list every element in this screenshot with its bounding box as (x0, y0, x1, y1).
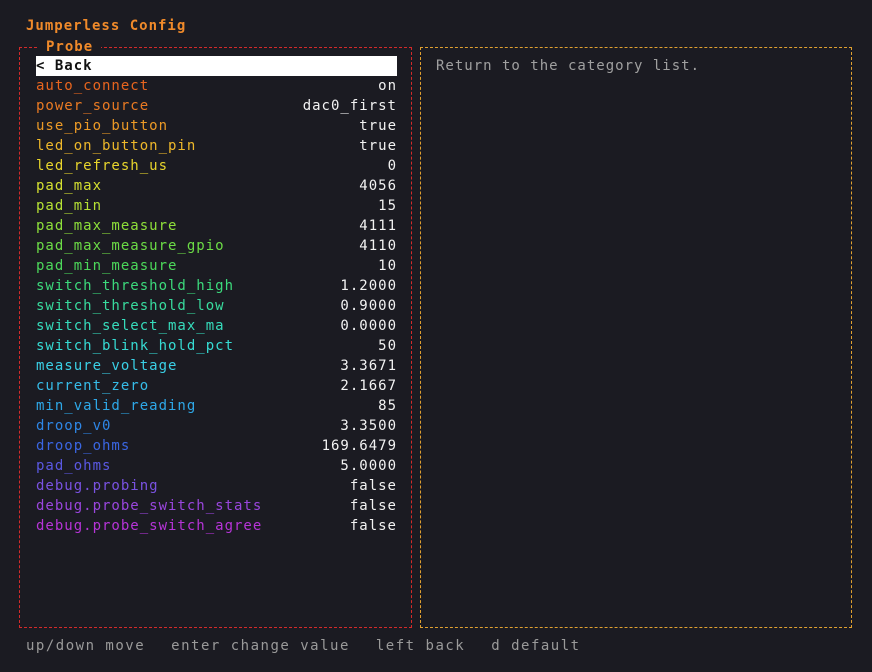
setting-value: 0 (387, 158, 397, 174)
setting-name: pad_min (36, 198, 103, 214)
setting-name: debug.probe_switch_agree (36, 518, 263, 534)
setting-value: 10 (378, 258, 397, 274)
setting-value: false (349, 518, 397, 534)
settings-list-panel: Probe < Back auto_connect on power_source d… (19, 37, 412, 628)
app-title: Jumperless Config (26, 18, 187, 34)
setting-row[interactable]: debug.probing false (36, 476, 397, 496)
setting-row[interactable]: pad_ohms 5.0000 (36, 456, 397, 476)
description-text: Return to the category list. (436, 58, 701, 74)
setting-value: 0.9000 (340, 298, 397, 314)
setting-row[interactable]: pad_min 15 (36, 196, 397, 216)
setting-name: use_pio_button (36, 118, 169, 134)
setting-value: false (349, 478, 397, 494)
setting-name: switch_threshold_low (36, 298, 225, 314)
setting-name: power_source (36, 98, 150, 114)
setting-row[interactable]: switch_threshold_low 0.9000 (36, 296, 397, 316)
setting-value: 15 (378, 198, 397, 214)
setting-name: droop_ohms (36, 438, 131, 454)
setting-row[interactable]: pad_min_measure 10 (36, 256, 397, 276)
setting-value: true (359, 138, 397, 154)
setting-row[interactable]: debug.probe_switch_stats false (36, 496, 397, 516)
setting-row[interactable]: droop_ohms 169.6479 (36, 436, 397, 456)
setting-value: dac0_first (302, 98, 397, 114)
setting-row[interactable]: switch_blink_hold_pct 50 (36, 336, 397, 356)
setting-value: 2.1667 (340, 378, 397, 394)
setting-name: auto_connect (36, 78, 150, 94)
settings-list: < Back auto_connect on power_source dac0_fi… (36, 56, 397, 536)
setting-row[interactable]: debug.probe_switch_agree false (36, 516, 397, 536)
back-item[interactable]: < Back (36, 56, 397, 76)
setting-name: pad_min_measure (36, 258, 178, 274)
setting-value: 3.3671 (340, 358, 397, 374)
setting-value: 169.6479 (321, 438, 397, 454)
setting-name: current_zero (36, 378, 150, 394)
setting-row[interactable]: led_refresh_us 0 (36, 156, 397, 176)
setting-name: led_refresh_us (36, 158, 169, 174)
setting-name: debug.probe_switch_stats (36, 498, 263, 514)
setting-name: switch_threshold_high (36, 278, 235, 294)
setting-value: 5.0000 (340, 458, 397, 474)
back-label: < Back (36, 58, 93, 74)
setting-value: 4111 (359, 218, 397, 234)
panel-label: Probe (38, 37, 102, 57)
setting-value: 4110 (359, 238, 397, 254)
description-panel: Return to the category list. (420, 47, 852, 628)
setting-row[interactable]: min_valid_reading 85 (36, 396, 397, 416)
setting-name: droop_v0 (36, 418, 112, 434)
setting-value: false (349, 498, 397, 514)
setting-name: pad_max_measure_gpio (36, 238, 225, 254)
hint-move: up/down move (26, 638, 146, 654)
setting-value: 0.0000 (340, 318, 397, 334)
setting-row[interactable]: switch_select_max_ma 0.0000 (36, 316, 397, 336)
setting-value: true (359, 118, 397, 134)
setting-row[interactable]: pad_max_measure 4111 (36, 216, 397, 236)
setting-name: pad_max (36, 178, 103, 194)
setting-value: 50 (378, 338, 397, 354)
setting-name: switch_select_max_ma (36, 318, 225, 334)
setting-value: 4056 (359, 178, 397, 194)
config-screen: Jumperless Config Probe < Back auto_conn… (0, 0, 872, 672)
setting-row[interactable]: droop_v0 3.3500 (36, 416, 397, 436)
hint-default: d default (491, 638, 581, 654)
setting-name: debug.probing (36, 478, 159, 494)
setting-name: pad_max_measure (36, 218, 178, 234)
setting-name: pad_ohms (36, 458, 112, 474)
setting-name: measure_voltage (36, 358, 178, 374)
setting-row[interactable]: pad_max_measure_gpio 4110 (36, 236, 397, 256)
setting-row[interactable]: power_source dac0_first (36, 96, 397, 116)
setting-value: 85 (378, 398, 397, 414)
setting-row[interactable]: current_zero 2.1667 (36, 376, 397, 396)
setting-row[interactable]: led_on_button_pin true (36, 136, 397, 156)
setting-row[interactable]: pad_max 4056 (36, 176, 397, 196)
setting-name: min_valid_reading (36, 398, 197, 414)
setting-row[interactable]: switch_threshold_high 1.2000 (36, 276, 397, 296)
setting-name: switch_blink_hold_pct (36, 338, 235, 354)
setting-row[interactable]: measure_voltage 3.3671 (36, 356, 397, 376)
setting-value: on (378, 78, 397, 94)
hint-change: enter change value (171, 638, 350, 654)
setting-row[interactable]: auto_connect on (36, 76, 397, 96)
hint-back: left back (375, 638, 466, 654)
setting-name: led_on_button_pin (36, 138, 197, 154)
key-hints: up/down move enter change value left back d… (26, 636, 607, 656)
setting-value: 1.2000 (340, 278, 397, 294)
setting-row[interactable]: use_pio_button true (36, 116, 397, 136)
setting-value: 3.3500 (340, 418, 397, 434)
